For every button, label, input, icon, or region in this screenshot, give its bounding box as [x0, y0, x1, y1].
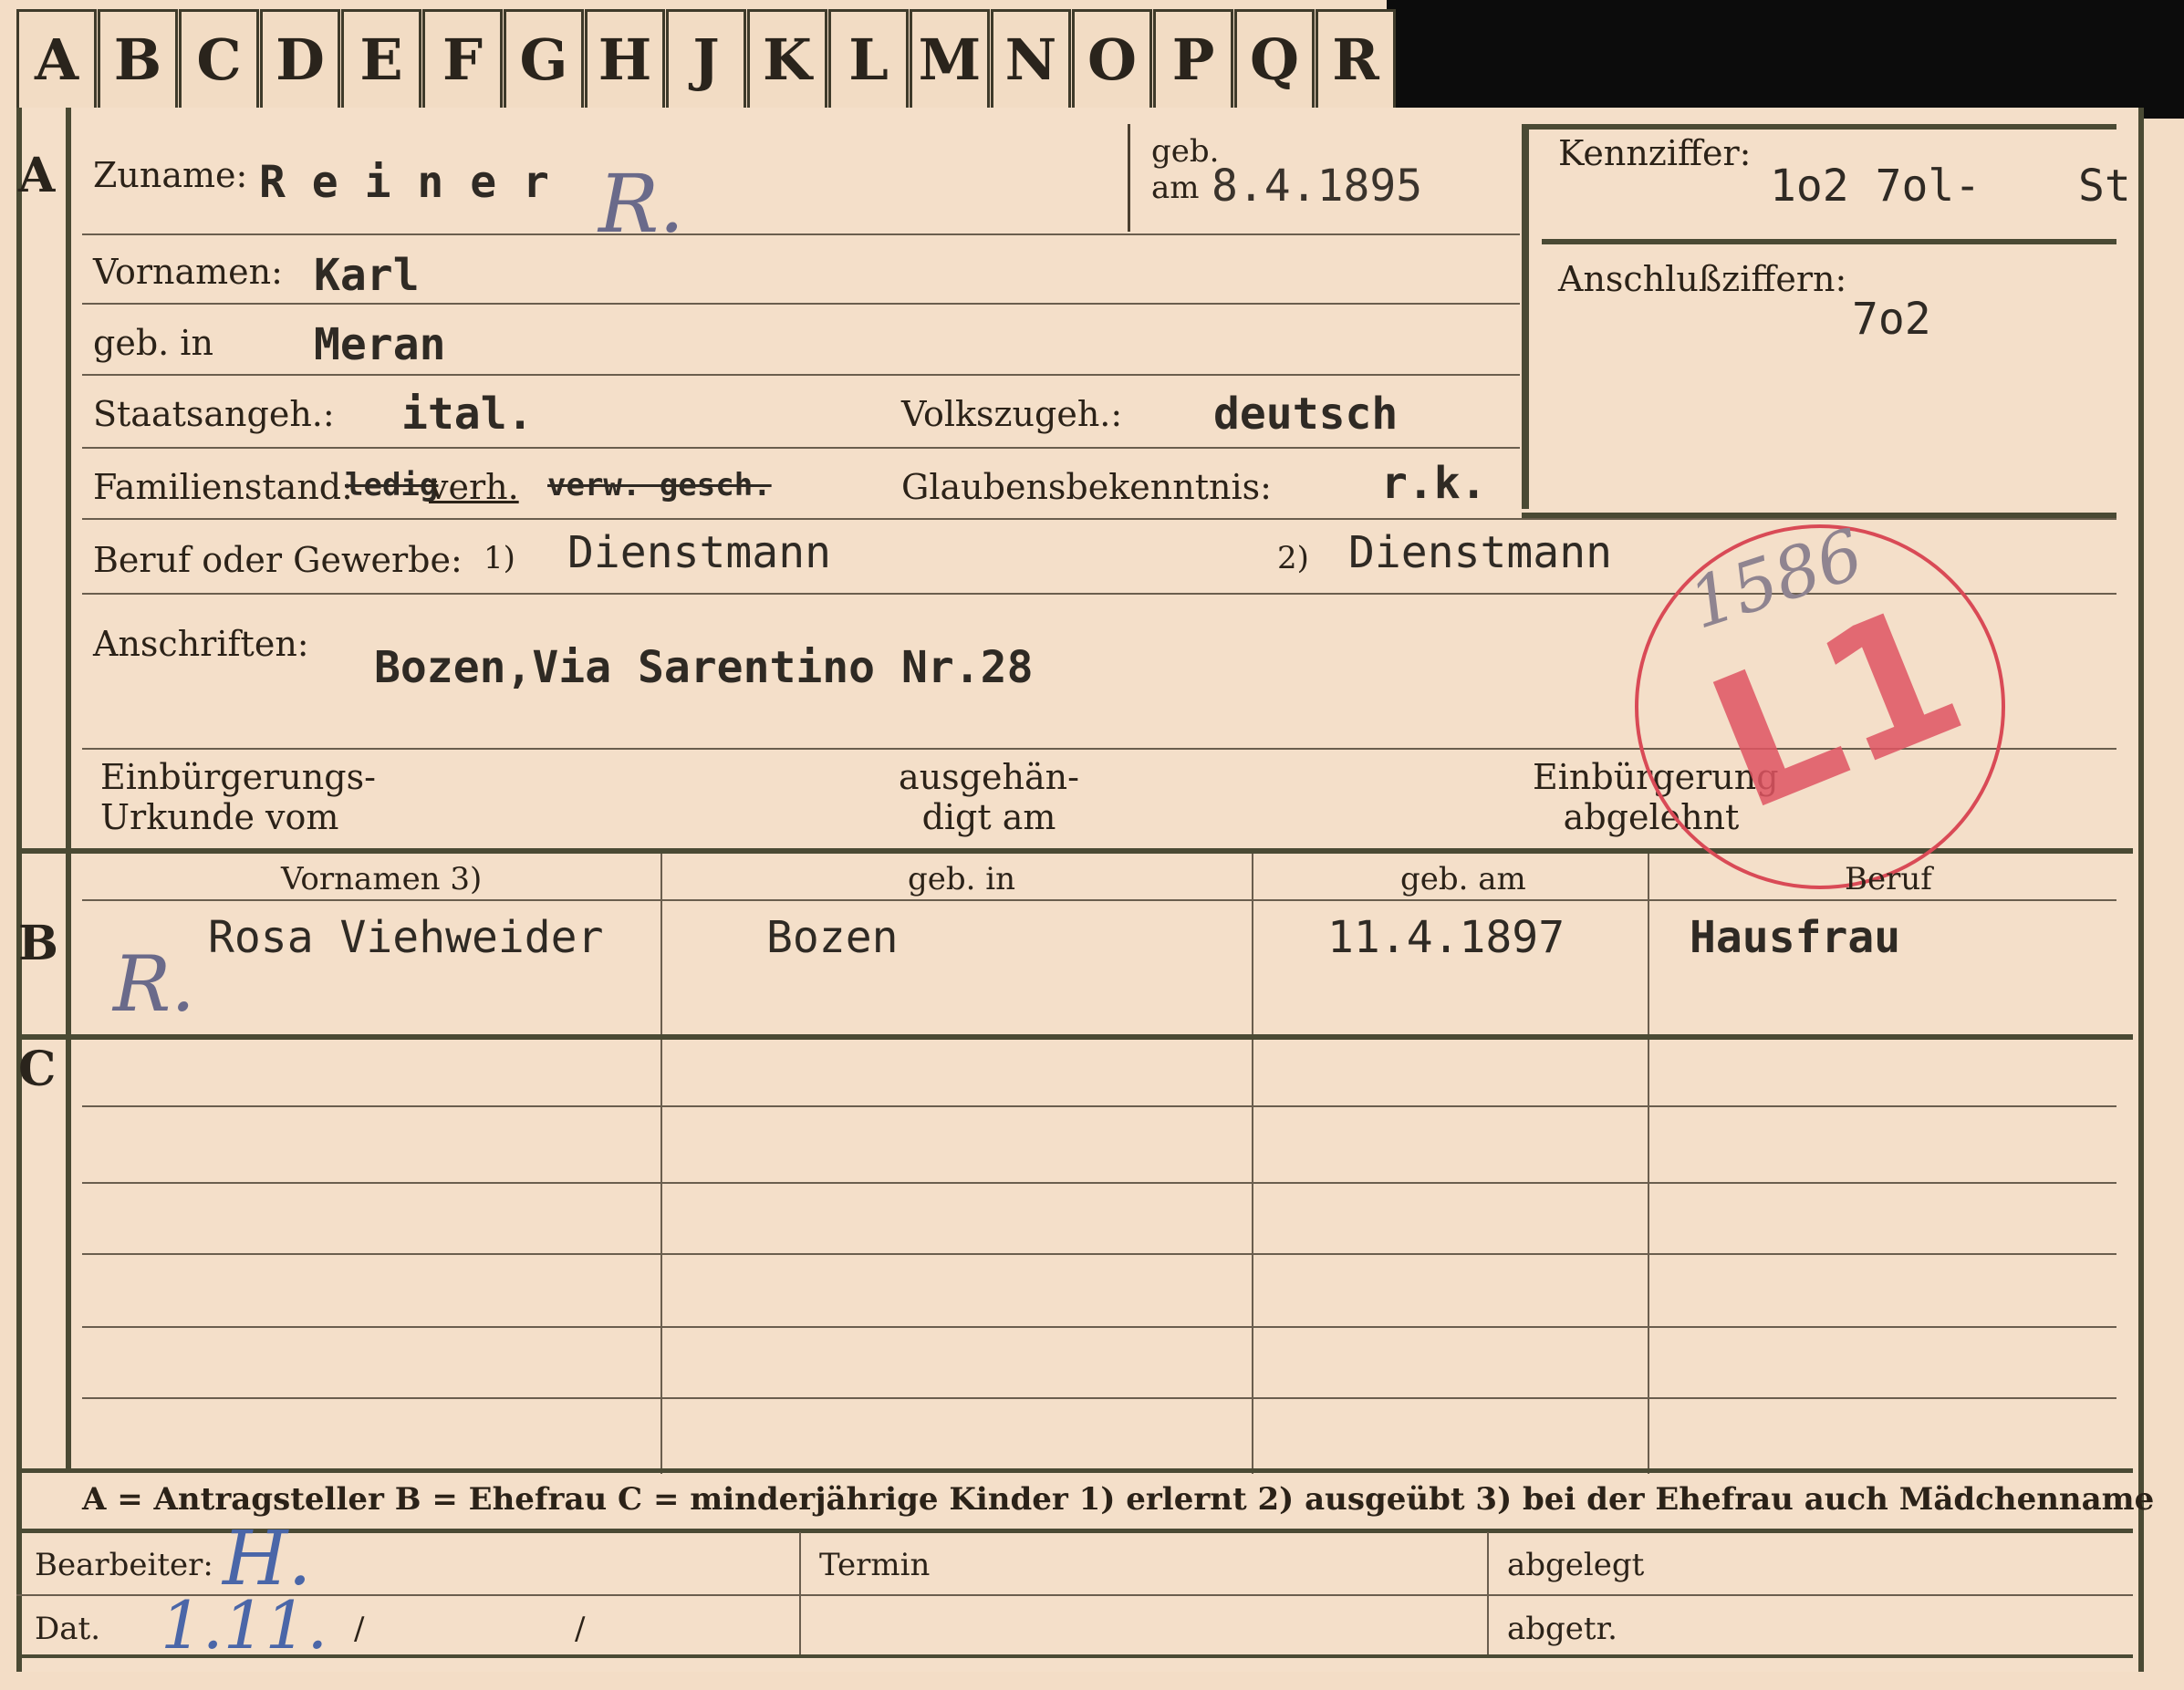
index-tab-l: L	[828, 9, 909, 108]
section-letter-b: B	[18, 916, 58, 971]
addresses-label: Anschriften:	[93, 624, 309, 664]
row-line-1	[82, 233, 1520, 235]
marital-value: verh.	[429, 467, 519, 507]
index-tab-r: R	[1316, 9, 1396, 108]
index-tab-p: P	[1153, 9, 1233, 108]
link-number-value: 7o2	[1852, 294, 1931, 345]
given-names-value: Karl	[314, 250, 420, 301]
wife-born-on-value: 11.4.1897	[1327, 912, 1565, 963]
ethnicity-label: Volkszugeh.:	[901, 394, 1123, 434]
id-box-left	[1522, 126, 1529, 509]
section-letter-a: A	[18, 148, 56, 203]
footer-bottom	[16, 1654, 2133, 1658]
initial-mark-b: R.	[113, 939, 195, 1029]
id-number-value: 1o2 7ol-	[1770, 161, 1981, 212]
index-tab-h: H	[585, 9, 665, 108]
row-line-2	[82, 303, 1520, 305]
religion-label: Glaubensbekenntnis:	[901, 467, 1272, 507]
citizenship-value: ital.	[401, 389, 534, 440]
date-sep-2: /	[575, 1611, 586, 1647]
index-tab-n: N	[991, 9, 1071, 108]
index-tab-a: A	[16, 9, 97, 108]
id-box-middle	[1542, 239, 2116, 244]
footer-mid-line	[16, 1594, 2133, 1596]
row-line-5	[82, 518, 2116, 520]
index-tab-d: D	[260, 9, 340, 108]
b-col-divider-3	[1648, 854, 1649, 1474]
marital-struck-2: verw. gesch.	[547, 467, 772, 503]
children-row-line	[82, 1182, 2116, 1184]
born-in-label: geb. in	[93, 323, 213, 363]
wife-born-on-label: geb. am	[1400, 861, 1526, 897]
citizenship-label: Staatsangeh.:	[93, 394, 335, 434]
b-col-divider-1	[660, 854, 662, 1474]
index-tab-j: J	[666, 9, 746, 108]
index-tab-m: M	[910, 9, 990, 108]
marital-struck-1: ledig	[345, 467, 439, 503]
index-tab-e: E	[341, 9, 421, 108]
handed-out-label: ausgehän- digt am	[899, 757, 1079, 837]
index-tab-o: O	[1072, 9, 1152, 108]
legend: A = Antragsteller B = Ehefrau C = minder…	[82, 1481, 2155, 1518]
background-dark	[1387, 0, 2184, 119]
address-value: Bozen,Via Sarentino Nr.28	[374, 642, 1034, 693]
legend-bottom	[16, 1529, 2133, 1533]
index-tab-k: K	[747, 9, 827, 108]
section-b-header-line	[82, 899, 2116, 901]
wife-given-label: Vornamen 3)	[281, 861, 483, 897]
removed-label: abgetr.	[1507, 1611, 1617, 1647]
legend-top	[16, 1468, 2133, 1473]
index-tab-c: C	[179, 9, 259, 108]
filed-label: abgelegt	[1507, 1547, 1645, 1583]
occupation-1-marker: 1)	[484, 540, 515, 576]
born-on-label: geb. am	[1151, 133, 1220, 206]
occupation-label: Beruf oder Gewerbe:	[93, 540, 463, 580]
date-mark: 1.11.	[161, 1587, 328, 1664]
id-number-label: Kennziffer:	[1558, 133, 1752, 173]
children-row-line	[82, 1253, 2116, 1255]
b-col-divider-2	[1252, 854, 1253, 1474]
children-row-line	[82, 1105, 2116, 1107]
link-numbers-label: Anschlußziffern:	[1558, 259, 1847, 299]
date-label: Dat.	[35, 1611, 101, 1647]
surname-value: R e i n e r	[259, 157, 549, 208]
born-on-value: 8.4.1895	[1212, 161, 1423, 212]
wife-occupation-label: Beruf	[1845, 861, 1932, 897]
occupation-2-marker: 2)	[1277, 540, 1309, 576]
section-divider-left	[66, 108, 71, 1468]
date-sep-1: /	[354, 1611, 365, 1647]
section-b-bottom	[16, 1034, 2133, 1040]
index-tab-g: G	[504, 9, 584, 108]
index-tab-f: F	[422, 9, 503, 108]
section-letter-c: C	[18, 1042, 57, 1097]
children-row-line	[82, 1326, 2116, 1328]
index-tab-q: Q	[1234, 9, 1315, 108]
born-divider	[1128, 124, 1130, 232]
index-tab-b: B	[98, 9, 178, 108]
born-in-value: Meran	[314, 319, 446, 370]
wife-given-value: Rosa Viehweider	[208, 912, 604, 963]
given-names-label: Vornamen:	[93, 252, 283, 292]
clerk-label: Bearbeiter:	[35, 1547, 213, 1583]
appointment-label: Termin	[819, 1547, 931, 1583]
id-number-suffix: St	[2078, 161, 2131, 212]
marital-label: Familienstand:	[93, 467, 353, 507]
ethnicity-value: deutsch	[1213, 389, 1399, 440]
surname-label: Zuname:	[93, 155, 248, 195]
wife-occupation-value: Hausfrau	[1690, 912, 1901, 963]
row-line-4	[82, 447, 1520, 449]
naturalization-doc-label: Einbürgerungs- Urkunde vom	[100, 757, 376, 837]
children-row-line	[82, 1397, 2116, 1399]
wife-born-in-value: Bozen	[766, 912, 899, 963]
row-line-3	[82, 374, 1520, 376]
religion-value: r.k.	[1381, 458, 1487, 509]
id-box-top	[1522, 124, 2116, 130]
occupation-2-value: Dienstmann	[1348, 527, 1612, 578]
occupation-1-value: Dienstmann	[567, 527, 831, 578]
wife-born-in-label: geb. in	[908, 861, 1016, 897]
initial-mark-a: R.	[598, 157, 685, 251]
